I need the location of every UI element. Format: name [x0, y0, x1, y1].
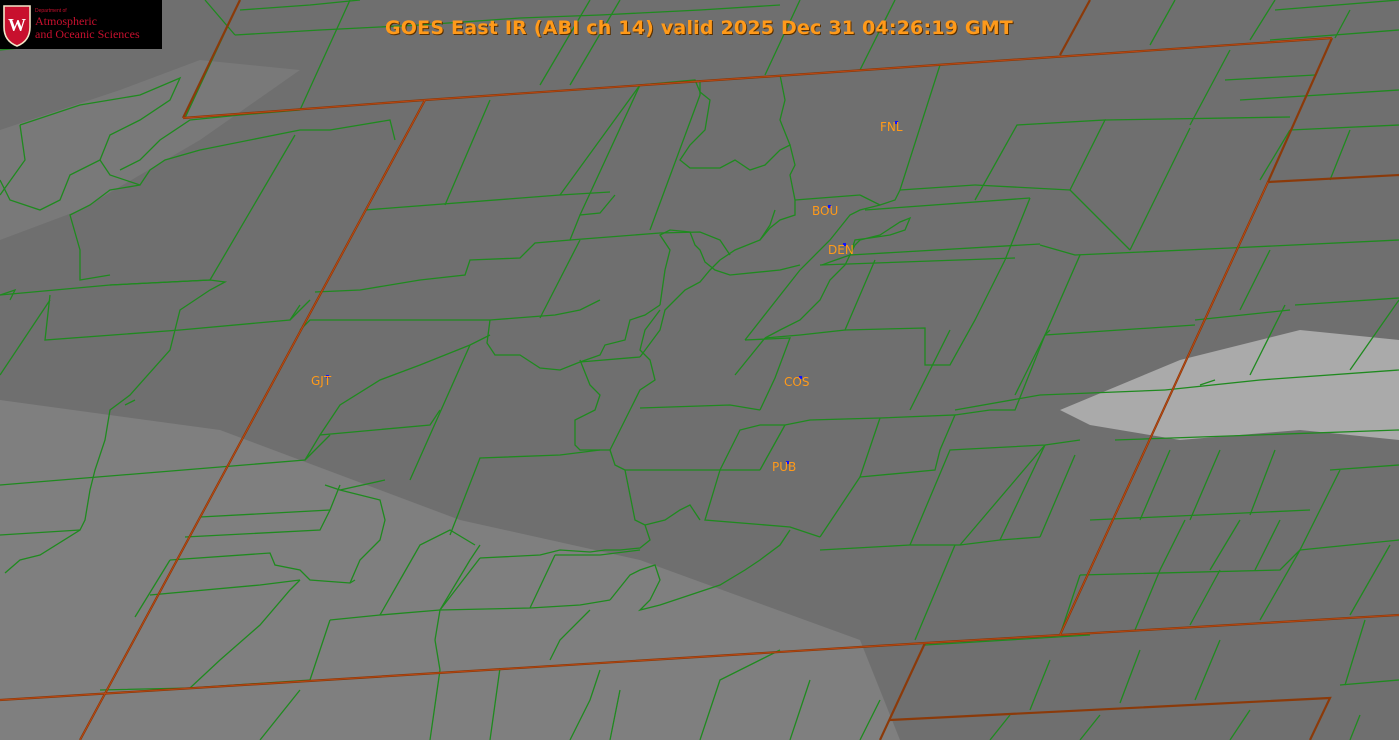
- station-label-den: DEN: [828, 243, 854, 257]
- uw-aos-logo: W Department of Atmospheric and Oceanic …: [0, 0, 162, 49]
- station-label-pub: PUB: [772, 460, 797, 474]
- station-label-bou: BOU: [812, 204, 839, 218]
- map-title: GOES East IR (ABI ch 14) valid 2025 Dec …: [385, 17, 1013, 39]
- station-label-cos: COS: [784, 375, 810, 389]
- crest-letter: W: [8, 15, 26, 35]
- logo-title-line2: and Oceanic Sciences: [35, 27, 140, 41]
- ir-satellite-map: [0, 0, 1399, 740]
- station-label-gjt: GJT: [311, 374, 332, 388]
- station-label-fnl: FNL: [880, 120, 903, 134]
- satellite-map-view: W Department of Atmospheric and Oceanic …: [0, 0, 1399, 740]
- uw-crest-icon: W: [3, 5, 31, 47]
